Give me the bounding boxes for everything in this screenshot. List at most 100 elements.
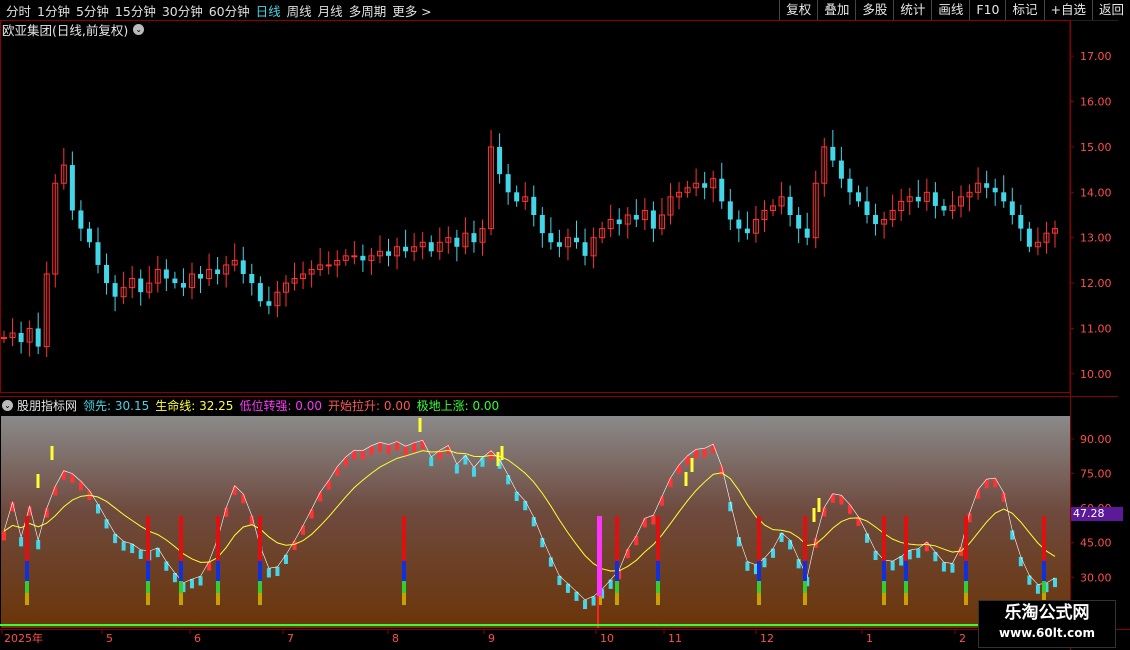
signal-green [615,581,619,593]
indicator-bar [916,548,921,558]
signal-blue [757,561,761,581]
signal-red [904,516,908,561]
indicator-bar [796,559,801,569]
signal-red [615,516,619,561]
indicator-bar [266,568,271,578]
indicator-bar [711,444,716,454]
indicator-bar [2,531,6,541]
indicator-field-3: 开始拉升: 0.00 [328,398,411,413]
signal-gold [803,593,807,605]
indicator-bar [309,509,314,519]
candle-body [240,260,246,274]
indicator-bar [506,475,511,485]
signal-red [656,516,660,561]
signal-red [402,516,406,561]
signal-gold [146,593,150,605]
watermark-title: 乐淘公式网 [1004,603,1090,623]
signal-red [803,516,807,561]
candle-body [984,183,990,188]
candle-body [360,255,366,261]
candle-body [180,283,186,288]
signal-gold [179,593,183,605]
price-tick-label: 12.00 [1080,277,1112,290]
indicator-bar [360,450,365,460]
indicator-bar [642,518,647,528]
indicator-field-0: 领先: 30.15 [83,398,150,413]
candle-body [351,255,358,258]
candle-body [104,264,110,284]
date-label: 6 [194,632,201,645]
chart-canvas[interactable]: 17.00 16.00 15.00 14.00 13.00 12.00 11.00 10.00… [0,0,1130,650]
indicator-bar [659,496,664,506]
signal-red [25,516,29,561]
signal-red [216,516,220,561]
signal-red [179,516,183,561]
candle-body [497,146,503,175]
price-tick-label: 13.00 [1080,232,1112,245]
signal-gold [904,593,908,605]
candle-body [249,274,255,284]
signal-green [258,581,262,593]
watermark-url: www.60lt.com [998,626,1096,640]
candle-body [325,264,332,267]
date-label: 9 [488,632,495,645]
signal-yellow [684,472,688,486]
candle-body [86,228,92,243]
ind-tick-label: 90.00 [1080,433,1112,446]
indicator-bar [899,556,904,566]
signal-green [803,581,807,593]
candle-body [573,237,579,243]
indicator-bar [634,535,639,546]
candle-body [531,196,537,215]
candle-body [198,274,204,279]
signal-blue [25,561,29,581]
date-label: 1 [866,632,873,645]
candle-body [95,242,101,265]
indicator-bar [677,464,682,475]
indicator-bar [412,442,417,452]
candle-body [830,146,836,161]
signal-blue [882,561,886,581]
candle-body [112,283,118,297]
indicator-bar [386,444,391,454]
indicator-bar [523,501,528,511]
signal-blue [216,561,220,581]
candle-body [864,201,870,215]
indicator-bar [847,504,852,514]
date-label: 7 [287,632,294,645]
candle-body [873,215,879,225]
signal-blue [615,561,619,581]
candle-body [454,237,460,247]
candle-body [18,333,24,343]
signal-gold [656,593,660,605]
candle-body [1018,215,1024,229]
indicator-bar [788,540,793,550]
indicator-bar [625,549,630,559]
price-tick-label: 11.00 [1080,322,1112,335]
signal-green [402,581,406,593]
indicator-field-2: 低位转强: 0.00 [239,398,323,413]
chevron-down-icon[interactable]: ⌄ [2,399,13,411]
signal-red [146,516,150,561]
indicator-bar [941,562,946,572]
indicator-bar [1018,556,1023,567]
signal-yellow [36,474,40,488]
candle-body [719,178,725,202]
indicator-bar [950,563,955,573]
indicator-bar [241,494,246,504]
indicator-bar [745,561,750,571]
candle-body [266,301,272,306]
signal-magenta [597,516,602,596]
candle-body [428,242,434,252]
candle-body [514,192,520,202]
indicator-bar [292,540,297,550]
candle-body [744,228,750,234]
indicator-bar [61,470,66,480]
indicator-bar [1053,577,1057,588]
indicator-bar [326,480,331,490]
candle-body [471,233,477,243]
signal-blue [1042,561,1046,581]
indicator-bar [121,541,126,551]
candle-body [215,269,221,274]
candle-body [702,183,708,188]
